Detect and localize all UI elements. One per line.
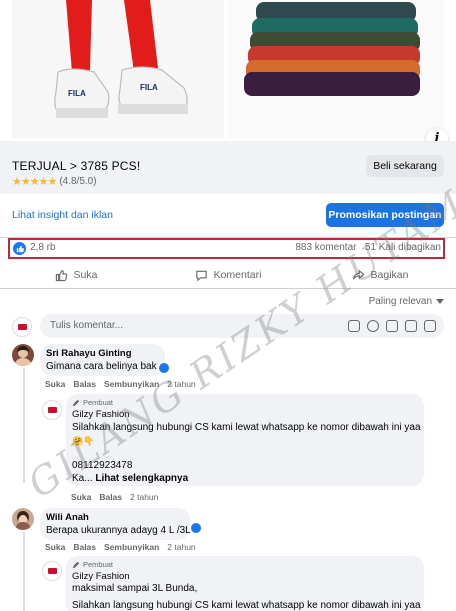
commenter-avatar[interactable] — [12, 344, 34, 366]
camera-icon[interactable] — [386, 320, 398, 332]
reply-actions: Suka Balas 2 tahun — [71, 492, 158, 502]
thumbs-up-icon — [55, 269, 67, 281]
sneakers-illustration: FILA FILA — [12, 0, 224, 138]
sort-label: Paling relevan — [368, 296, 432, 307]
comment-reply-link[interactable]: Balas — [73, 542, 96, 552]
reply-phone: 08112923478 — [72, 460, 133, 471]
comment-hide-link[interactable]: Sembunyikan — [104, 379, 159, 389]
reply-author-name[interactable]: Gilzy Fashion — [72, 409, 130, 420]
rating-stars-icon: ★★★★★ — [12, 176, 57, 188]
author-tag: Pembuat — [72, 560, 113, 569]
see-more-link[interactable]: Lihat selengkapnya — [95, 473, 188, 484]
reply-text: maksimal sampai 3L Bunda, — [72, 583, 198, 594]
commenter-avatar[interactable] — [12, 508, 34, 530]
avatar-sticker-icon[interactable] — [348, 320, 360, 332]
reply-time[interactable]: 2 tahun — [130, 492, 158, 502]
reply-more-prefix: Ka... — [72, 473, 93, 484]
post-action-bar: Suka Komentari Bagikan — [0, 262, 456, 289]
comment-input-placeholder: Tulis komentar... — [50, 320, 123, 331]
reply-author-name[interactable]: Gilzy Fashion — [72, 571, 130, 582]
thread-line — [23, 532, 25, 611]
reply-see-more: Ka... Lihat selengkapnya — [72, 473, 188, 484]
commenter-name[interactable]: Sri Rahayu Ginting — [46, 348, 132, 359]
reaction-stats: 2,8 rb 883 komentar 51 Kali dibagikan — [8, 238, 445, 259]
like-button-label: Suka — [73, 269, 98, 281]
comment-hide-link[interactable]: Sembunyikan — [104, 542, 159, 552]
comment-text: Berapa ukurannya adayg 4 L /3L — [46, 525, 191, 536]
rating-text: (4.8/5.0) — [59, 176, 97, 187]
comment-actions: Suka Balas Sembunyikan 2 tahun — [45, 379, 196, 389]
product-photo-folded-shirts[interactable] — [228, 0, 444, 138]
page-avatar[interactable] — [12, 317, 32, 337]
comment-time[interactable]: 2 tahun — [167, 379, 195, 389]
comment-text: Gimana cara belinya bak — [46, 361, 157, 372]
share-count[interactable]: 51 Kali dibagikan — [365, 242, 441, 253]
comment-bubble[interactable]: Wili Anah Berapa ukurannya adayg 4 L /3L — [40, 508, 191, 540]
author-tag-label: Pembuat — [83, 398, 114, 407]
gif-icon[interactable] — [405, 320, 417, 332]
comment-button[interactable]: Komentari — [152, 262, 304, 288]
promo-row: Lihat insight dan iklan Promosikan posti… — [0, 194, 456, 238]
comment-composer: Tulis komentar... — [12, 314, 444, 340]
page-avatar[interactable] — [42, 561, 62, 581]
comment-like-icon — [158, 362, 170, 374]
reply-bubble[interactable]: Pembuat Gilzy Fashion Silahkan langsung … — [66, 394, 424, 486]
reply-reply-link[interactable]: Balas — [99, 492, 122, 502]
comment-time[interactable]: 2 tahun — [167, 542, 195, 552]
promote-post-button[interactable]: Promosikan postingan — [326, 203, 444, 227]
composer-tools — [348, 320, 436, 332]
comment-like-icon — [190, 522, 202, 534]
author-tag: Pembuat — [72, 398, 113, 407]
comment-share-counts: 883 komentar 51 Kali dibagikan — [295, 242, 441, 253]
product-title: TERJUAL > 3785 PCS! — [12, 159, 141, 173]
sticker-icon[interactable] — [424, 320, 436, 332]
comment-reply-link[interactable]: Balas — [73, 379, 96, 389]
share-button[interactable]: Bagikan — [304, 262, 456, 288]
thread-line — [23, 368, 25, 483]
comment-input[interactable]: Tulis komentar... — [40, 314, 444, 338]
chevron-down-icon — [436, 299, 444, 304]
reaction-count[interactable]: 2,8 rb — [30, 242, 56, 253]
comment-count[interactable]: 883 komentar — [295, 242, 356, 253]
product-images[interactable]: FILA FILA i — [0, 0, 456, 141]
product-photo-sneakers[interactable]: FILA FILA — [12, 0, 224, 138]
share-button-label: Bagikan — [370, 269, 409, 281]
svg-text:FILA: FILA — [140, 83, 158, 92]
page-avatar[interactable] — [42, 400, 62, 420]
reply-text: Silahkan langsung hubungi CS kami lewat … — [72, 422, 421, 433]
pen-icon — [72, 561, 80, 568]
emoji-icon[interactable] — [367, 320, 379, 332]
share-arrow-icon — [352, 269, 364, 280]
reply-bubble[interactable]: Pembuat Gilzy Fashion maksimal sampai 3L… — [66, 556, 424, 611]
pen-icon — [72, 399, 80, 406]
view-insights-link[interactable]: Lihat insight dan iklan — [12, 209, 113, 221]
author-tag-label: Pembuat — [83, 560, 114, 569]
commenter-name[interactable]: Wili Anah — [46, 512, 89, 523]
comment-like-link[interactable]: Suka — [45, 542, 65, 552]
reply-like-link[interactable]: Suka — [71, 492, 91, 502]
reply-emoji: 🤗👇 — [72, 436, 95, 446]
like-reaction-icon — [13, 242, 26, 255]
info-icon[interactable]: i — [426, 128, 448, 141]
sort-dropdown[interactable]: Paling relevan — [369, 296, 444, 307]
comment-bubble[interactable]: Sri Rahayu Ginting Gimana cara belinya b… — [40, 344, 165, 376]
like-button[interactable]: Suka — [0, 262, 152, 288]
reply-text-2: Silahkan langsung hubungi CS kami lewat … — [72, 600, 421, 611]
comment-like-link[interactable]: Suka — [45, 379, 65, 389]
comment-bubble-icon — [195, 270, 207, 281]
comment-button-label: Komentari — [213, 269, 262, 281]
buy-now-button[interactable]: Beli sekarang — [366, 155, 444, 177]
svg-text:FILA: FILA — [68, 89, 86, 98]
product-rating: ★★★★★ (4.8/5.0) — [12, 175, 97, 188]
comment-actions: Suka Balas Sembunyikan 2 tahun — [45, 542, 196, 552]
folded-shirts-illustration — [228, 0, 444, 138]
product-info-band: TERJUAL > 3785 PCS! ★★★★★ (4.8/5.0) Beli… — [0, 141, 456, 194]
